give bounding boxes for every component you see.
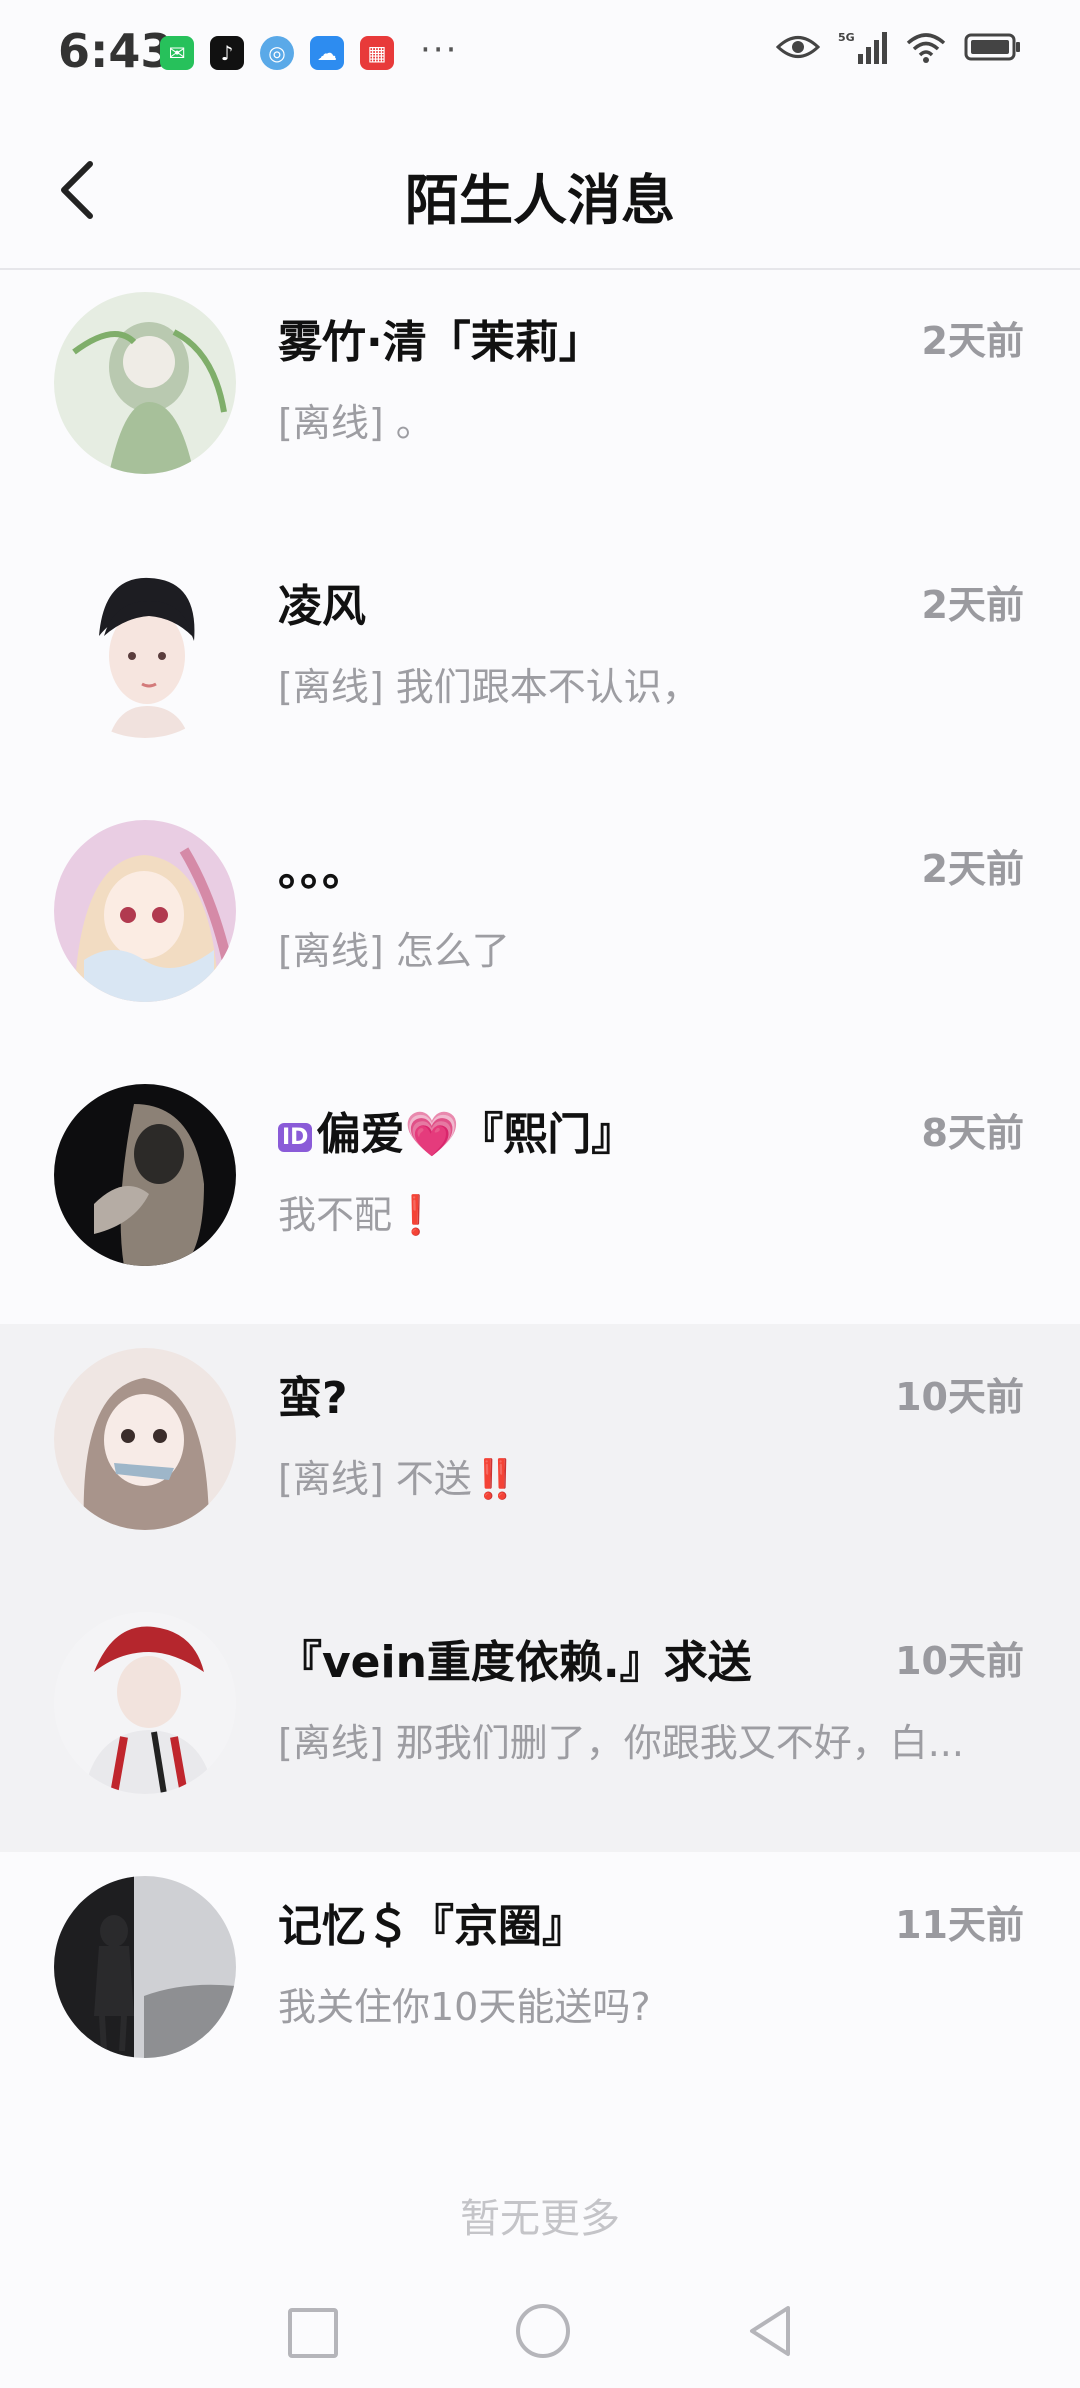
shopping-icon: ▦ xyxy=(360,36,394,70)
avatar[interactable] xyxy=(54,292,236,474)
avatar[interactable] xyxy=(54,1348,236,1530)
avatar[interactable] xyxy=(54,1084,236,1266)
message-preview: 我关住你10天能送吗? xyxy=(278,1985,651,2029)
message-preview: 我不配❗ xyxy=(278,1193,440,1237)
contact-name: ID 偏爱💗『熙门』 xyxy=(278,1098,878,1162)
message-preview: [离线] 不送‼️ xyxy=(278,1457,520,1501)
back-triangle-icon[interactable] xyxy=(746,2304,794,2358)
status-bar: 6:43 ✉ ♪ ◎ ☁ ▦ ··· 5G xyxy=(0,0,1080,110)
conversation-row[interactable]: 。。。 2天前 [离线] 怎么了 xyxy=(0,796,1080,1060)
avatar[interactable] xyxy=(54,1876,236,2058)
contact-name: 记忆＄『京圈』 xyxy=(278,1901,586,1952)
svg-text:5G: 5G xyxy=(838,31,855,44)
message-time: 2天前 xyxy=(921,319,1024,363)
page-title: 陌生人消息 xyxy=(405,169,675,232)
status-app-icons: ✉ ♪ ◎ ☁ ▦ xyxy=(160,36,394,70)
contact-name: 凌风 xyxy=(278,581,366,632)
wechat-icon: ✉ xyxy=(160,36,194,70)
no-more-label: 暂无更多 xyxy=(460,2196,620,2242)
battery-icon xyxy=(964,33,1020,61)
message-time: 8天前 xyxy=(921,1111,1024,1155)
exclamation-icon: ❗ xyxy=(392,1193,440,1237)
tiktok-icon: ♪ xyxy=(210,36,244,70)
conversation-row[interactable]: 『vein重度依赖.』求送 10天前 [离线] 那我们删了，你跟我又不好，白..… xyxy=(0,1588,1080,1852)
message-time: 11天前 xyxy=(895,1903,1024,1947)
conversation-row[interactable]: 记忆＄『京圈』 11天前 我关住你10天能送吗? xyxy=(0,1852,1080,2116)
avatar[interactable] xyxy=(54,820,236,1002)
wifi-icon xyxy=(906,33,946,63)
home-button[interactable] xyxy=(516,2304,570,2358)
message-time: 10天前 xyxy=(895,1639,1024,1683)
more-notifications-icon: ··· xyxy=(420,30,459,70)
id-badge-icon: ID xyxy=(278,1122,313,1152)
message-preview: [离线] 。 xyxy=(278,401,434,445)
conversation-row[interactable]: 雾竹·清「茉莉」 2天前 [离线] 。 xyxy=(0,268,1080,532)
conversation-row[interactable]: 蛮? 10天前 [离线] 不送‼️ xyxy=(0,1324,1080,1588)
browser-icon: ◎ xyxy=(260,36,294,70)
avatar[interactable] xyxy=(54,1612,236,1794)
status-indicators: 5G xyxy=(776,30,1022,64)
recent-apps-button[interactable] xyxy=(288,2308,338,2358)
eye-icon xyxy=(776,36,820,58)
conversation-list: 雾竹·清「茉莉」 2天前 [离线] 。 凌风 2天前 [离线] 我们跟本不认识， xyxy=(0,268,1080,2116)
system-navigation-bar xyxy=(0,2270,1080,2388)
status-time: 6:43 xyxy=(58,24,173,78)
weather-icon: ☁ xyxy=(310,36,344,70)
message-preview: [离线] 那我们删了，你跟我又不好，白... xyxy=(278,1721,964,1765)
double-exclamation-icon: ‼️ xyxy=(471,1457,520,1501)
message-time: 2天前 xyxy=(921,583,1024,627)
heart-icon: 💗 xyxy=(404,1109,460,1160)
contact-name: 『vein重度依赖.』求送 xyxy=(278,1637,752,1688)
message-time: 2天前 xyxy=(921,847,1024,891)
signal-icon: 5G xyxy=(838,31,887,64)
contact-name: 。。。 xyxy=(278,845,366,896)
contact-name: 蛮? xyxy=(278,1373,348,1424)
navigation-bar: 陌生人消息 xyxy=(0,110,1080,270)
message-time: 10天前 xyxy=(895,1375,1024,1419)
contact-name: 雾竹·清「茉莉」 xyxy=(278,317,603,368)
conversation-row[interactable]: 凌风 2天前 [离线] 我们跟本不认识， xyxy=(0,532,1080,796)
message-preview: [离线] 我们跟本不认识， xyxy=(278,665,700,709)
message-preview: [离线] 怎么了 xyxy=(278,929,510,973)
conversation-row[interactable]: ID 偏爱💗『熙门』 8天前 我不配❗ xyxy=(0,1060,1080,1324)
avatar[interactable] xyxy=(54,556,236,738)
